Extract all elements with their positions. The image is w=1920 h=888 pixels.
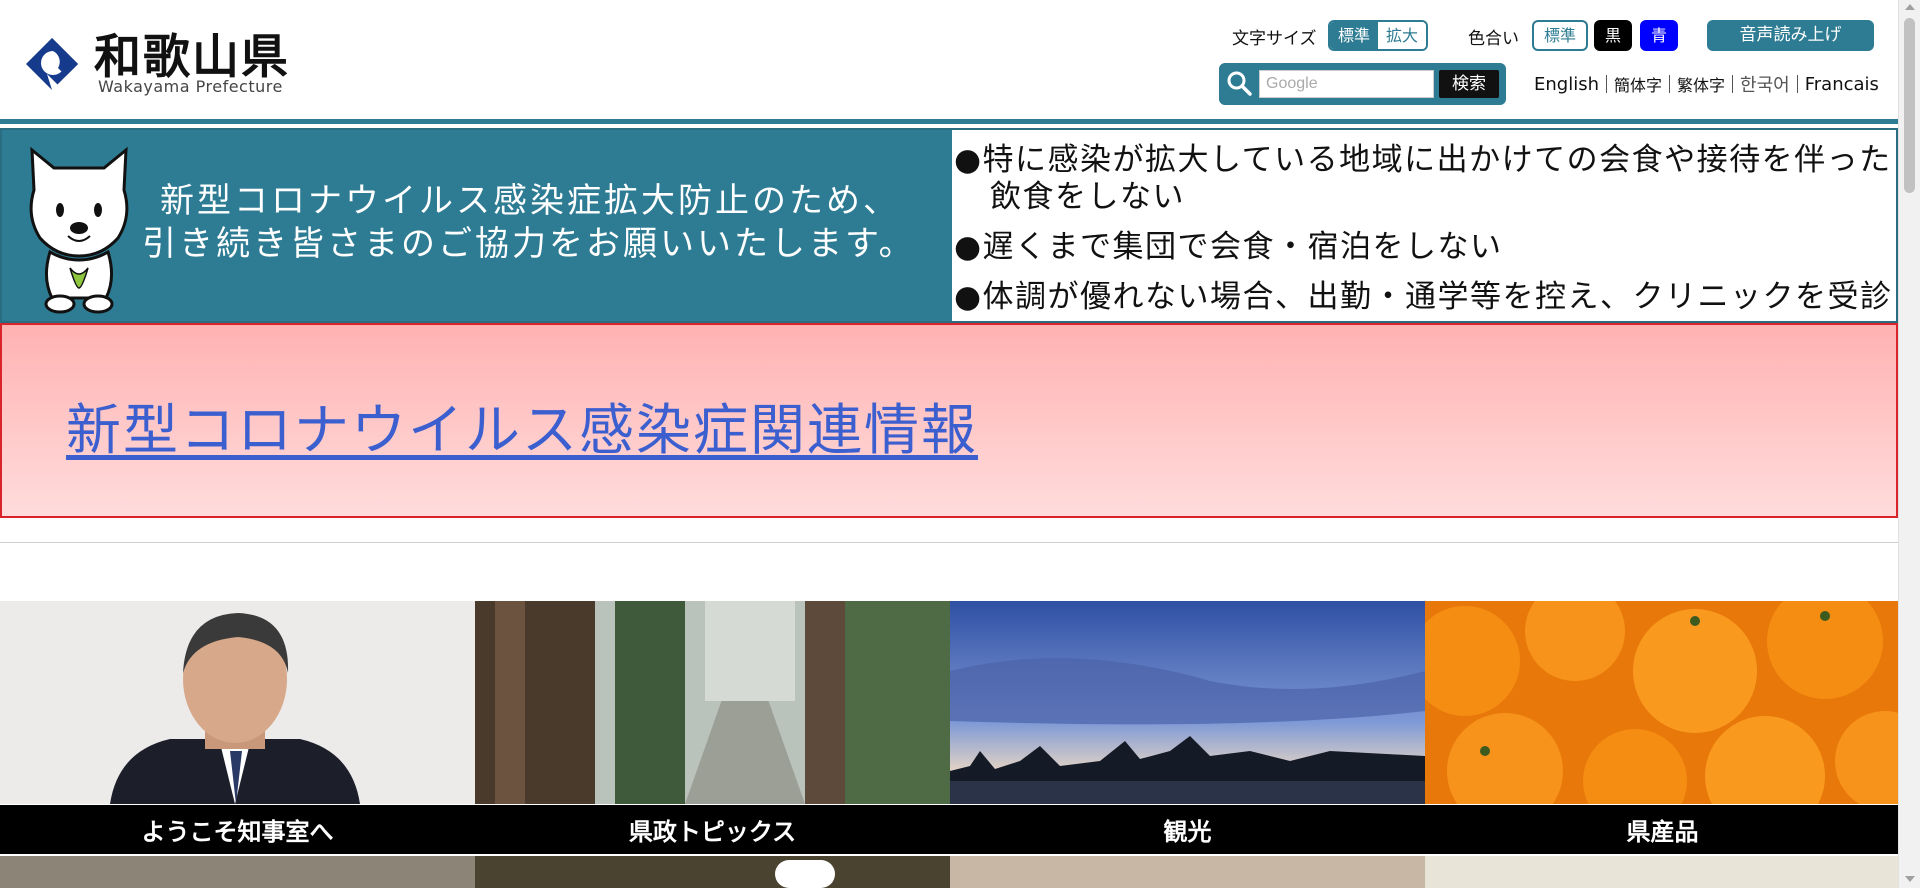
search-icon[interactable] [1225, 69, 1253, 97]
color-scheme-label: 色合い [1468, 29, 1519, 49]
site-logo[interactable]: 和歌山県 Wakayama Prefecture [22, 30, 292, 100]
color-black-button[interactable]: 黒 [1594, 20, 1632, 51]
lang-separator [1669, 75, 1671, 93]
lang-french-link[interactable]: Francais [1805, 74, 1879, 95]
read-aloud-button[interactable]: 音声読み上げ [1707, 20, 1874, 51]
tile-row2-3[interactable] [950, 856, 1425, 888]
tile-topics-label: 県政トピックス [475, 805, 950, 854]
covid-info-link[interactable]: 新型コロナウイルス感染症関連情報 [66, 385, 978, 465]
lang-separator [1606, 75, 1607, 93]
language-links: English 簡体字 繁体字 한국어 Francais [1534, 71, 1879, 97]
lang-separator [1796, 75, 1798, 93]
tile-tourism-label: 観光 [950, 805, 1425, 854]
color-standard-button[interactable]: 標準 [1532, 20, 1588, 51]
search-button[interactable]: 検索 [1439, 70, 1499, 98]
font-size-toggle: 標準 拡大 [1328, 20, 1429, 51]
page-scrollbar[interactable] [1898, 0, 1920, 888]
tile-governor[interactable]: ようこそ知事室へ [0, 601, 475, 854]
corona-bullet-list: ●特に感染が拡大している地域に出かけての会食や接待を伴った飲食をしない ●遅くま… [954, 142, 1894, 329]
cedar-forest-path-image [475, 601, 950, 804]
mascot-kiiichan-icon [29, 146, 129, 314]
lang-english-link[interactable]: English [1534, 74, 1599, 95]
tile-row2-2[interactable] [475, 856, 950, 888]
corona-bullet-item: ●遅くまで集団で会食・宿泊をしない [954, 229, 1503, 265]
tile-tourism[interactable]: 観光 [950, 601, 1425, 854]
corona-message-line1: 新型コロナウイルス感染症拡大防止のため、 [160, 181, 900, 221]
tile-row2-2-image [475, 856, 950, 888]
scroll-up-arrow-icon[interactable] [1905, 4, 1915, 10]
corona-notice-banner: 新型コロナウイルス感染症拡大防止のため、 引き続き皆さまのご協力をお願いいたしま… [0, 128, 1898, 323]
lang-korean-link[interactable]: 한국어 [1740, 71, 1790, 97]
lang-traditional-chinese-link[interactable]: 繁体字 [1677, 72, 1725, 96]
tile-topics[interactable]: 県政トピックス [475, 601, 950, 854]
tile-governor-label: ようこそ知事室へ [0, 805, 475, 854]
lang-separator [1732, 75, 1734, 93]
tile-row2-4[interactable] [1425, 856, 1900, 888]
tile-row2-1[interactable] [0, 856, 475, 888]
font-size-label: 文字サイズ [1232, 29, 1317, 49]
mandarin-oranges-image [1425, 601, 1900, 804]
corona-message-panel: 新型コロナウイルス感染症拡大防止のため、 引き続き皆さまのご協力をお願いいたしま… [2, 130, 952, 321]
scrollbar-thumb[interactable] [1904, 18, 1915, 193]
tile-products-label: 県産品 [1425, 805, 1900, 854]
font-size-standard-button[interactable]: 標準 [1330, 22, 1379, 49]
prefecture-emblem-icon [26, 38, 78, 90]
sunset-rocks-seascape-image [950, 601, 1425, 804]
search-input[interactable] [1259, 70, 1434, 98]
lang-simplified-chinese-link[interactable]: 簡体字 [1614, 72, 1662, 96]
covid-info-panel: 新型コロナウイルス感染症関連情報 [0, 323, 1898, 518]
governor-portrait-image [0, 601, 475, 804]
font-size-large-button[interactable]: 拡大 [1378, 22, 1427, 49]
site-header: 和歌山県 Wakayama Prefecture 文字サイズ 標準 拡大 色合い… [0, 0, 1898, 124]
section-divider [0, 542, 1898, 543]
corona-message: 新型コロナウイルス感染症拡大防止のため、 引き続き皆さまのご協力をお願いいたしま… [142, 180, 916, 266]
tile-products[interactable]: 県産品 [1425, 601, 1900, 854]
corona-bullet-item: ●特に感染が拡大している地域に出かけての会食や接待を伴った飲食をしない [954, 142, 1892, 215]
search-bar: 検索 [1219, 63, 1506, 105]
scroll-down-arrow-icon[interactable] [1905, 876, 1915, 882]
color-blue-button[interactable]: 青 [1640, 20, 1678, 51]
corona-bullet-item: ●体調が優れない場合、出勤・通学等を控え、クリニックを受診 [954, 279, 1893, 315]
logo-subtitle: Wakayama Prefecture [98, 77, 283, 96]
corona-message-line2: 引き続き皆さまのご協力をお願いいたします。 [142, 224, 916, 264]
